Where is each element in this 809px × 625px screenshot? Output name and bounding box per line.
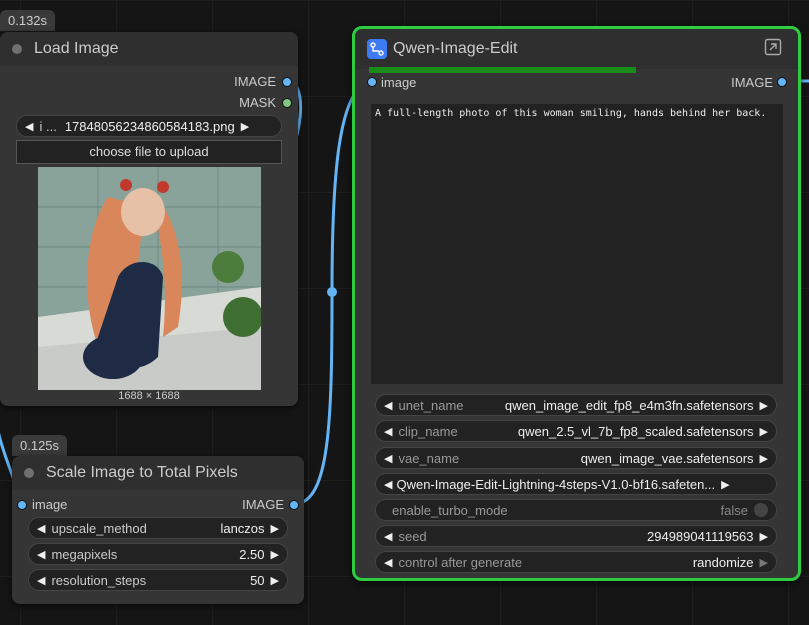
scale-image-input-label: image <box>32 497 68 512</box>
next-arrow-icon[interactable]: ▶ <box>721 478 729 491</box>
clip-name-label: clip_name <box>398 423 458 439</box>
turbo-mode-toggle[interactable]: enable_turbo_mode false <box>375 499 777 521</box>
load-image-output-mask-label: MASK <box>239 95 276 110</box>
seed-label: seed <box>398 528 427 544</box>
qwen-image-edit-node[interactable]: Qwen-Image-Edit image IMAGE A full-lengt… <box>352 26 801 581</box>
megapixels-value: 2.50 <box>239 546 265 562</box>
load-image-title-bar[interactable]: Load Image <box>0 32 298 66</box>
megapixels-label: megapixels <box>51 546 118 562</box>
progress-track <box>369 67 779 73</box>
load-image-time-badge: 0.132s <box>0 10 56 31</box>
prev-arrow-icon[interactable]: ◀ <box>37 574 45 587</box>
image-preview <box>38 167 261 390</box>
unet-name-label: unet_name <box>398 397 464 413</box>
scale-image-time-badge: 0.125s <box>12 435 68 456</box>
prev-arrow-icon[interactable]: ◀ <box>384 556 392 569</box>
next-arrow-icon[interactable]: ▶ <box>760 425 768 438</box>
seed-widget[interactable]: ◀ seed 294989041119563 ▶ <box>375 525 777 547</box>
next-arrow-icon[interactable]: ▶ <box>271 548 279 561</box>
turbo-mode-label: enable_turbo_mode <box>392 502 508 518</box>
turbo-mode-value: false <box>720 502 748 518</box>
clip-name-widget[interactable]: ◀ clip_name qwen_2.5_vl_7b_fp8_scaled.sa… <box>375 420 777 442</box>
prev-arrow-icon[interactable]: ◀ <box>384 530 392 543</box>
scale-image-output-label: IMAGE <box>242 497 284 512</box>
image-dimensions: 1688 × 1688 <box>118 390 180 402</box>
file-name: 17848056234860584183.png <box>64 118 235 134</box>
collapse-dot-icon[interactable] <box>24 468 34 478</box>
load-image-output-image-label: IMAGE <box>234 74 276 89</box>
resolution-steps-label: resolution_steps <box>51 572 147 588</box>
load-image-output-image-socket[interactable] <box>282 77 292 87</box>
next-arrow-icon[interactable]: ▶ <box>760 399 768 412</box>
prev-arrow-icon[interactable]: ◀ <box>25 120 33 133</box>
choose-file-button[interactable]: choose file to upload <box>16 140 282 164</box>
qwen-input-label: image <box>381 75 417 90</box>
upscale-method-value: lanczos <box>220 520 265 536</box>
prev-arrow-icon[interactable]: ◀ <box>384 478 392 491</box>
prev-arrow-icon[interactable]: ◀ <box>37 548 45 561</box>
seed-value: 294989041119563 <box>647 528 754 544</box>
load-image-title: Load Image <box>34 40 119 57</box>
next-arrow-icon[interactable]: ▶ <box>241 120 249 133</box>
prev-arrow-icon[interactable]: ◀ <box>384 399 392 412</box>
next-arrow-icon[interactable]: ▶ <box>271 574 279 587</box>
next-arrow-icon[interactable]: ▶ <box>760 556 768 569</box>
lora-name-value: Qwen-Image-Edit-Lightning-4steps-V1.0-bf… <box>396 476 716 492</box>
scale-image-input-socket[interactable] <box>17 500 27 510</box>
next-arrow-icon[interactable]: ▶ <box>271 522 279 535</box>
prev-arrow-icon[interactable]: ◀ <box>384 452 392 465</box>
resolution-steps-value: 50 <box>250 572 265 588</box>
megapixels-widget[interactable]: ◀ megapixels 2.50 ▶ <box>28 543 288 565</box>
qwen-output-socket[interactable] <box>777 77 787 87</box>
file-prefix: i ... <box>39 118 57 134</box>
resolution-steps-widget[interactable]: ◀ resolution_steps 50 ▶ <box>28 569 288 591</box>
subgraph-icon <box>367 39 387 59</box>
image-file-combo[interactable]: ◀ i ... 17848056234860584183.png ▶ <box>16 115 282 137</box>
control-after-generate-widget[interactable]: ◀ control after generate randomize ▶ <box>375 551 777 573</box>
unet-name-widget[interactable]: ◀ unet_name qwen_image_edit_fp8_e4m3fn.s… <box>375 394 777 416</box>
qwen-output-label: IMAGE <box>731 75 773 90</box>
scale-image-output-socket[interactable] <box>289 500 299 510</box>
load-image-output-mask-socket[interactable] <box>282 98 292 108</box>
scale-image-title-bar[interactable]: Scale Image to Total Pixels <box>12 456 304 490</box>
control-after-generate-value: randomize <box>692 554 754 570</box>
scale-image-node[interactable]: Scale Image to Total Pixels image IMAGE … <box>12 456 304 604</box>
vae-name-widget[interactable]: ◀ vae_name qwen_image_vae.safetensors ▶ <box>375 447 777 469</box>
scale-image-title: Scale Image to Total Pixels <box>46 464 238 481</box>
load-image-node[interactable]: Load Image IMAGE MASK ◀ i ... 1784805623… <box>0 32 298 406</box>
vae-name-value: qwen_image_vae.safetensors <box>580 450 754 466</box>
preview-photo <box>38 167 261 390</box>
upscale-method-widget[interactable]: ◀ upscale_method lanczos ▶ <box>28 517 288 539</box>
qwen-input-socket[interactable] <box>367 77 377 87</box>
toggle-knob-icon[interactable] <box>754 503 768 517</box>
clip-name-value: qwen_2.5_vl_7b_fp8_scaled.safetensors <box>517 423 754 439</box>
unet-name-value: qwen_image_edit_fp8_e4m3fn.safetensors <box>504 397 754 413</box>
qwen-title-bar[interactable]: Qwen-Image-Edit <box>355 29 798 69</box>
enter-subgraph-icon[interactable] <box>764 38 782 61</box>
vae-name-label: vae_name <box>398 450 460 466</box>
lora-name-widget[interactable]: ◀ Qwen-Image-Edit-Lightning-4steps-V1.0-… <box>375 473 777 495</box>
progress-bar <box>369 67 636 73</box>
collapse-dot-icon[interactable] <box>12 44 22 54</box>
next-arrow-icon[interactable]: ▶ <box>760 452 768 465</box>
prev-arrow-icon[interactable]: ◀ <box>384 425 392 438</box>
reroute-dot <box>327 287 337 297</box>
next-arrow-icon[interactable]: ▶ <box>760 530 768 543</box>
control-after-generate-label: control after generate <box>398 554 523 570</box>
qwen-title: Qwen-Image-Edit <box>393 40 518 57</box>
prev-arrow-icon[interactable]: ◀ <box>37 522 45 535</box>
upscale-method-label: upscale_method <box>51 520 147 536</box>
prompt-textarea[interactable]: A full-length photo of this woman smilin… <box>371 104 783 384</box>
